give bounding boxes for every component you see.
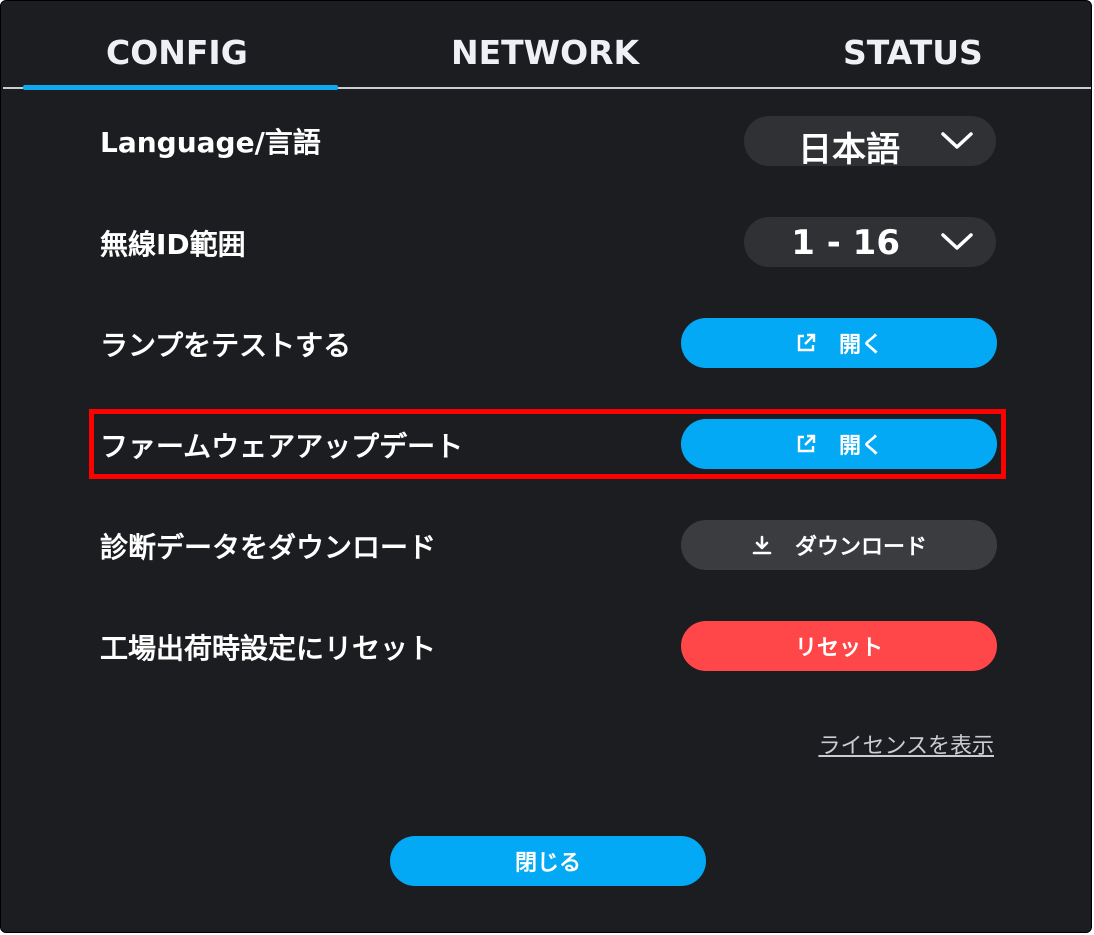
- settings-dialog: CONFIG NETWORK STATUS Language/言語 日本語 無線…: [0, 0, 1092, 933]
- close-button-label: 閉じる: [514, 851, 581, 876]
- language-label: Language/言語: [100, 126, 321, 159]
- chevron-down-icon: [941, 233, 973, 250]
- language-value: 日本語: [798, 130, 900, 170]
- diagnostic-download-button-label: ダウンロード: [794, 535, 927, 560]
- tab-config[interactable]: CONFIG: [106, 33, 248, 72]
- radio-id-range-select[interactable]: 1 - 16: [744, 217, 996, 267]
- diagnostic-download-button[interactable]: ダウンロード: [681, 520, 997, 570]
- radio-id-range-label: 無線ID範囲: [100, 228, 246, 261]
- tab-status[interactable]: STATUS: [843, 33, 983, 72]
- tab-bar: CONFIG NETWORK STATUS: [1, 1, 1093, 91]
- show-license-link[interactable]: ライセンスを表示: [818, 728, 994, 760]
- lamp-test-open-label: 開く: [838, 333, 883, 358]
- radio-id-range-value: 1 - 16: [791, 223, 900, 263]
- language-select[interactable]: 日本語: [744, 116, 996, 170]
- external-link-icon: [797, 333, 816, 352]
- firmware-update-highlight: [89, 409, 1006, 479]
- active-tab-indicator: [23, 85, 338, 90]
- factory-reset-label: 工場出荷時設定にリセット: [100, 632, 437, 665]
- close-button[interactable]: 閉じる: [390, 836, 706, 886]
- tab-network[interactable]: NETWORK: [451, 33, 639, 72]
- factory-reset-button-label: リセット: [794, 636, 883, 661]
- chevron-down-icon: [941, 132, 973, 149]
- lamp-test-open-button[interactable]: 開く: [681, 318, 997, 368]
- download-icon: [752, 535, 772, 555]
- diagnostic-download-label: 診断データをダウンロード: [100, 531, 437, 564]
- lamp-test-label: ランプをテストする: [100, 329, 352, 362]
- factory-reset-button[interactable]: リセット: [681, 621, 997, 671]
